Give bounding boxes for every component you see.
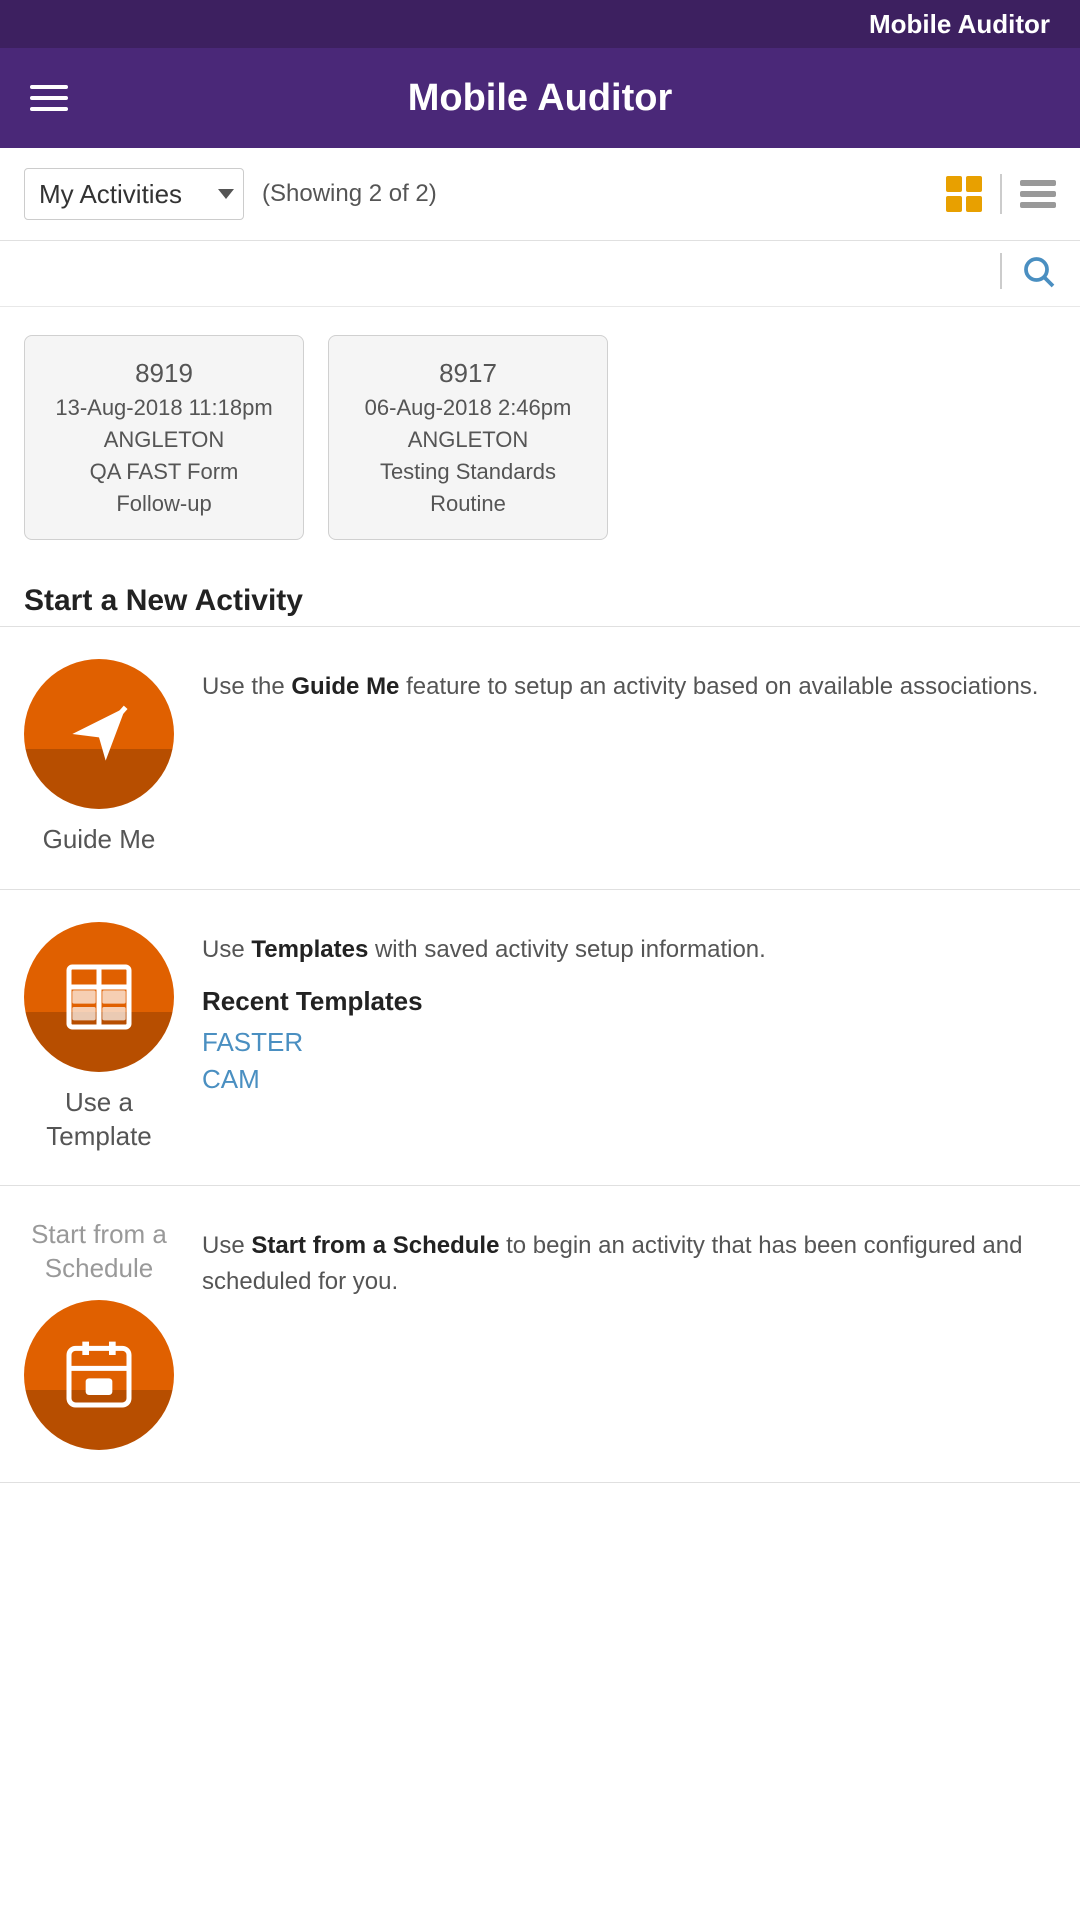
guide-me-content: Use the Guide Me feature to setup an act…: [202, 659, 1056, 705]
templates-bold: Templates: [251, 936, 368, 963]
filter-bar: My Activities All Activities (Showing 2 …: [0, 148, 1080, 241]
card-form: Testing Standards: [380, 459, 556, 485]
guide-me-bold: Guide Me: [291, 673, 399, 700]
use-template-button[interactable]: [24, 922, 174, 1072]
schedule-label-top: Start from aSchedule: [31, 1218, 167, 1286]
guide-me-icon-col: Guide Me: [24, 659, 174, 857]
use-template-label: Use aTemplate: [46, 1086, 152, 1154]
activity-card-8917[interactable]: 8917 06-Aug-2018 2:46pm ANGLETON Testing…: [328, 335, 608, 540]
search-bar-divider: [1000, 253, 1002, 289]
filter-bar-icons: [946, 174, 1056, 214]
card-id: 8919: [135, 358, 193, 389]
status-bar-title: Mobile Auditor: [869, 9, 1050, 40]
guide-me-button[interactable]: [24, 659, 174, 809]
schedule-content: Use Start from a Schedule to begin an ac…: [202, 1218, 1056, 1300]
view-divider: [1000, 174, 1002, 214]
schedule-bold: Start from a Schedule: [251, 1232, 499, 1259]
guide-me-description: Use the Guide Me feature to setup an act…: [202, 669, 1056, 705]
card-form: QA FAST Form: [90, 459, 239, 485]
card-location: ANGLETON: [408, 427, 529, 453]
template-description: Use Templates with saved activity setup …: [202, 932, 1056, 968]
card-type: Routine: [430, 491, 506, 517]
list-view-icon[interactable]: [1020, 180, 1056, 208]
schedule-button[interactable]: [24, 1300, 174, 1450]
guide-me-row: Guide Me Use the Guide Me feature to set…: [0, 627, 1080, 890]
guide-me-label: Guide Me: [43, 823, 156, 857]
card-type: Follow-up: [116, 491, 211, 517]
card-id: 8917: [439, 358, 497, 389]
new-activity-section-title: Start a New Activity: [0, 568, 1080, 627]
grid-view-icon[interactable]: [946, 176, 982, 212]
filter-select-wrapper: My Activities All Activities: [24, 168, 244, 220]
card-date: 06-Aug-2018 2:46pm: [365, 395, 572, 421]
hamburger-icon[interactable]: [30, 85, 68, 111]
use-template-row: Use aTemplate Use Templates with saved a…: [0, 890, 1080, 1187]
search-icon[interactable]: [1020, 253, 1056, 294]
activity-card-8919[interactable]: 8919 13-Aug-2018 11:18pm ANGLETON QA FAS…: [24, 335, 304, 540]
header-title: Mobile Auditor: [408, 77, 673, 120]
card-date: 13-Aug-2018 11:18pm: [55, 395, 272, 421]
template-icon-col: Use aTemplate: [24, 922, 174, 1154]
header: Mobile Auditor: [0, 48, 1080, 148]
template-link-faster[interactable]: FASTER: [202, 1027, 1056, 1058]
activities-filter-select[interactable]: My Activities All Activities: [24, 168, 244, 220]
status-bar: Mobile Auditor: [0, 0, 1080, 48]
template-content: Use Templates with saved activity setup …: [202, 922, 1056, 1101]
card-location: ANGLETON: [104, 427, 225, 453]
recent-templates-title: Recent Templates: [202, 986, 1056, 1017]
template-link-cam[interactable]: CAM: [202, 1064, 1056, 1095]
filter-count: (Showing 2 of 2): [262, 180, 437, 208]
schedule-description: Use Start from a Schedule to begin an ac…: [202, 1228, 1056, 1300]
schedule-icon-col: Start from aSchedule: [24, 1218, 174, 1450]
schedule-row: Start from aSchedule Use Start from a Sc…: [0, 1186, 1080, 1483]
recent-templates-section: Recent Templates FASTER CAM: [202, 986, 1056, 1095]
search-bar: [0, 241, 1080, 307]
activity-cards-area: 8919 13-Aug-2018 11:18pm ANGLETON QA FAS…: [0, 307, 1080, 568]
